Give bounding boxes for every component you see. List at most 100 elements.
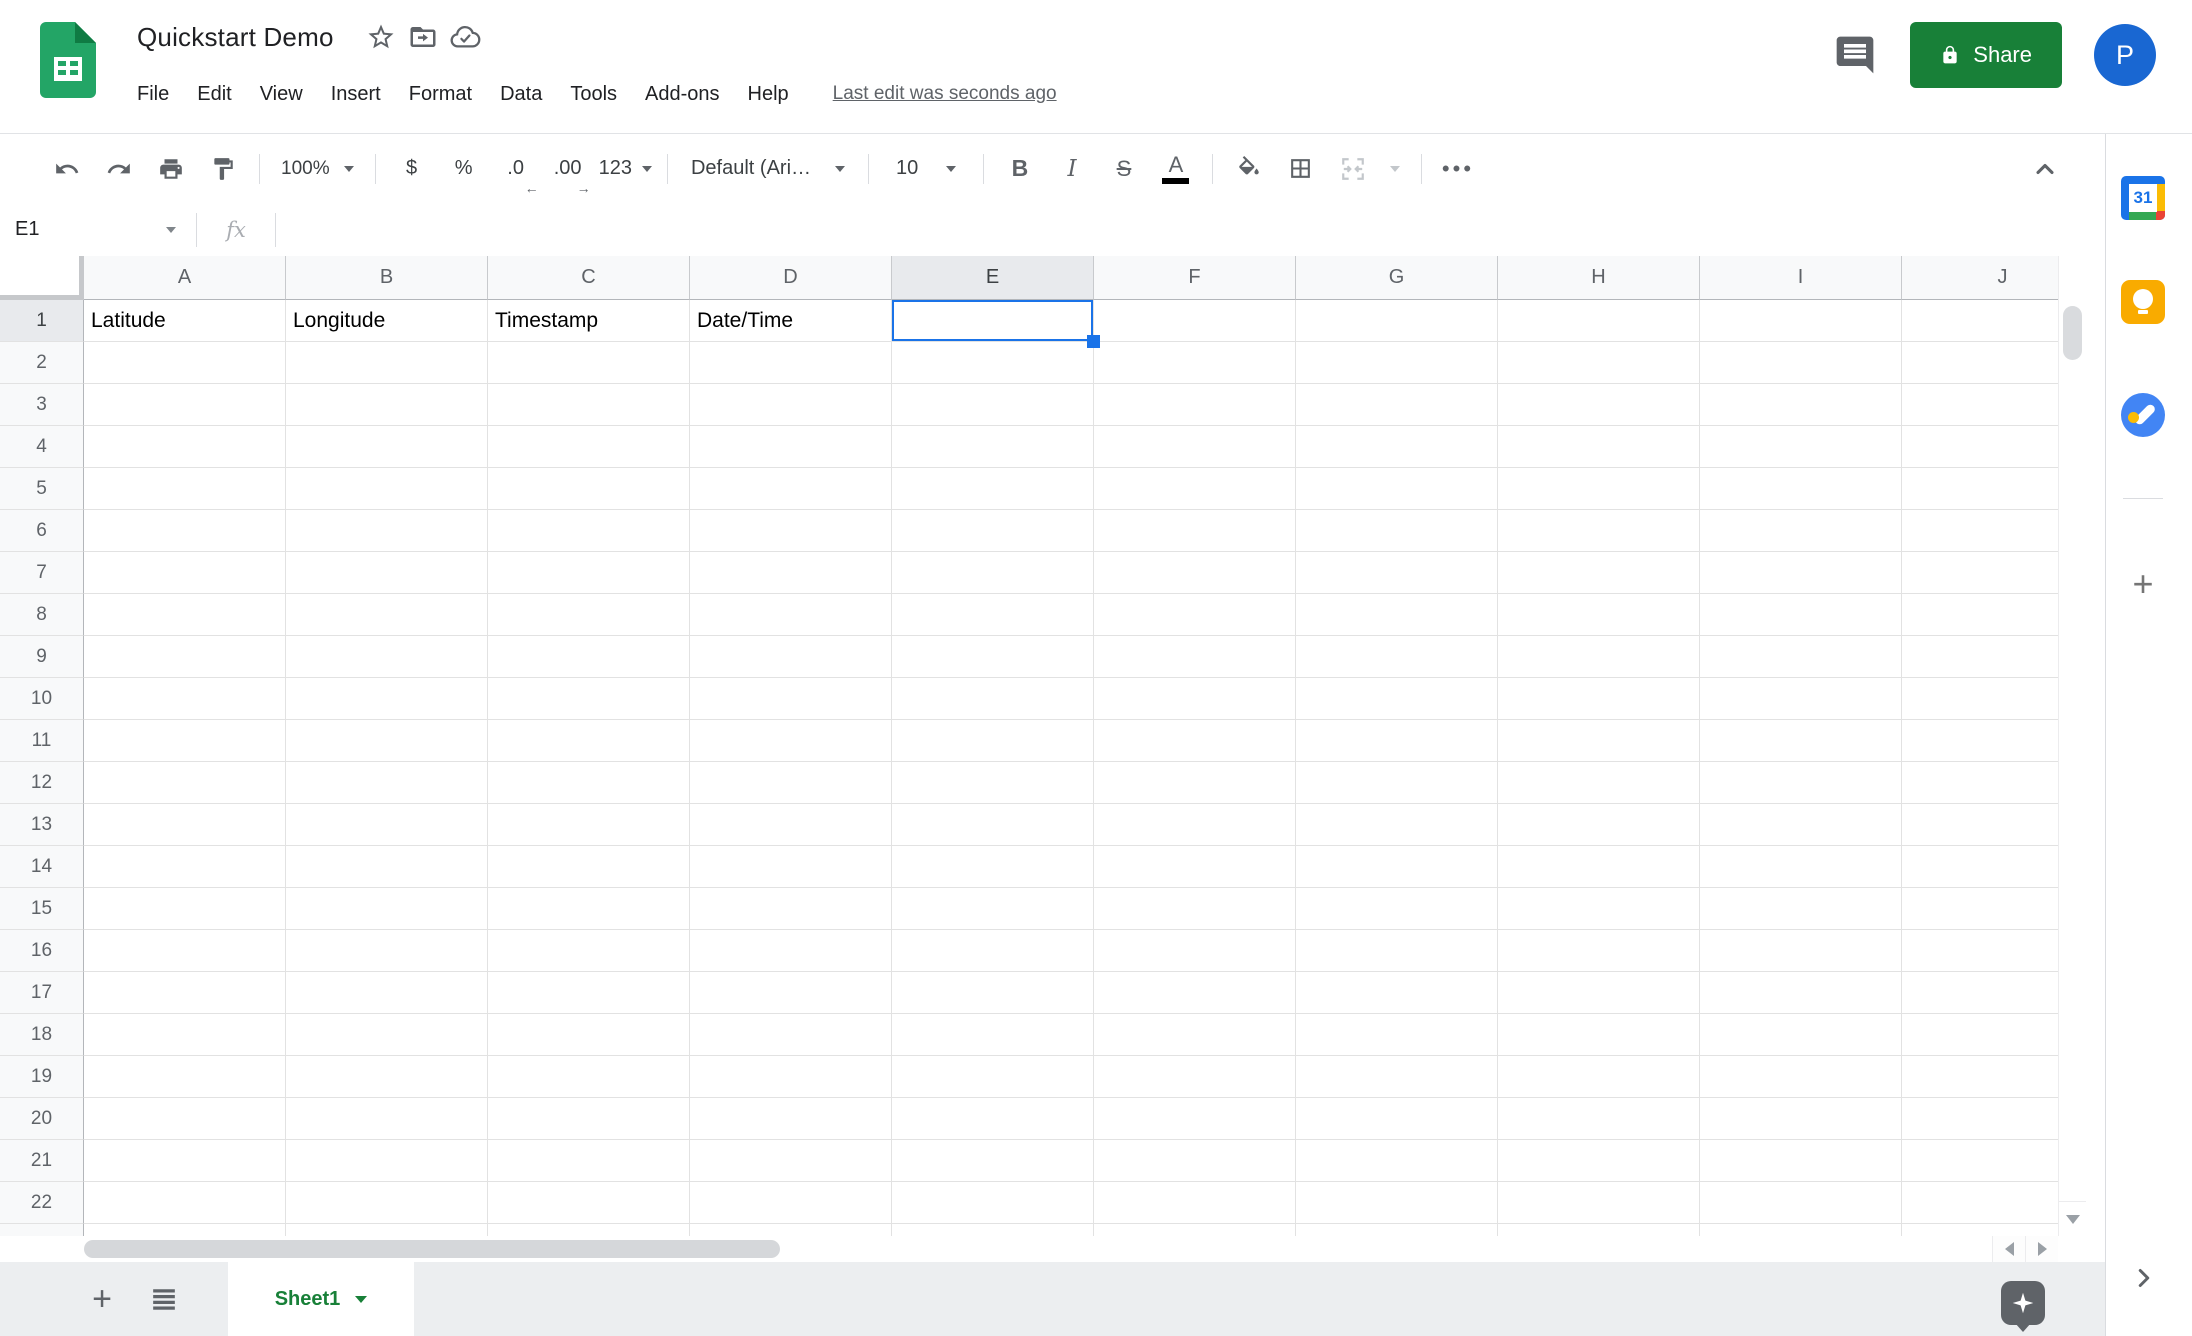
cell-C8[interactable] [488,594,690,636]
horizontal-scrollbar-thumb[interactable] [84,1240,780,1258]
cell-F12[interactable] [1094,762,1296,804]
menu-edit[interactable]: Edit [183,74,245,114]
cell-E8[interactable] [892,594,1094,636]
cell-G2[interactable] [1296,342,1498,384]
column-header-I[interactable]: I [1700,256,1902,300]
cell-I14[interactable] [1700,846,1902,888]
cell-B3[interactable] [286,384,488,426]
cell-D19[interactable] [690,1056,892,1098]
cell-J20[interactable] [1902,1098,2058,1140]
cell-B16[interactable] [286,930,488,972]
cell-J19[interactable] [1902,1056,2058,1098]
cell-J18[interactable] [1902,1014,2058,1056]
decrease-decimal-button[interactable]: .0 ← [491,142,541,196]
cell-I17[interactable] [1700,972,1902,1014]
cell-J2[interactable] [1902,342,2058,384]
cell-F22[interactable] [1094,1182,1296,1224]
cell-A6[interactable] [84,510,286,552]
cell-I12[interactable] [1700,762,1902,804]
last-edit-link[interactable]: Last edit was seconds ago [833,83,1057,105]
cell-E11[interactable] [892,720,1094,762]
cell-J10[interactable] [1902,678,2058,720]
cell-I5[interactable] [1700,468,1902,510]
cell-G9[interactable] [1296,636,1498,678]
cell-I6[interactable] [1700,510,1902,552]
cell-F16[interactable] [1094,930,1296,972]
paint-format-button[interactable] [198,142,248,196]
cell-J17[interactable] [1902,972,2058,1014]
comments-icon[interactable] [1832,32,1878,78]
column-header-G[interactable]: G [1296,256,1498,300]
cell-G17[interactable] [1296,972,1498,1014]
menu-data[interactable]: Data [486,74,556,114]
cell-E17[interactable] [892,972,1094,1014]
cell-D3[interactable] [690,384,892,426]
cell-F21[interactable] [1094,1140,1296,1182]
cell-B4[interactable] [286,426,488,468]
cell-G22[interactable] [1296,1182,1498,1224]
cell-G11[interactable] [1296,720,1498,762]
cell-B10[interactable] [286,678,488,720]
share-button[interactable]: Share [1910,22,2062,88]
redo-button[interactable] [94,142,144,196]
cell-B14[interactable] [286,846,488,888]
cell-C10[interactable] [488,678,690,720]
font-family-select[interactable]: Default (Ari… [679,142,857,196]
cell-G14[interactable] [1296,846,1498,888]
cell-H7[interactable] [1498,552,1700,594]
cell-B9[interactable] [286,636,488,678]
number-format-select[interactable]: 123 [595,142,656,196]
zoom-select[interactable]: 100% [271,142,364,196]
hide-menus-button[interactable] [2022,146,2068,192]
cell-I22[interactable] [1700,1182,1902,1224]
cell-J14[interactable] [1902,846,2058,888]
cell-C9[interactable] [488,636,690,678]
text-color-button[interactable]: A [1151,142,1201,196]
cell-B8[interactable] [286,594,488,636]
scroll-right-button[interactable] [2025,1236,2058,1262]
row-header-3[interactable]: 3 [0,384,84,426]
format-currency-button[interactable]: $ [387,142,437,196]
row-header-6[interactable]: 6 [0,510,84,552]
avatar[interactable]: P [2094,24,2156,86]
cell-C13[interactable] [488,804,690,846]
cell-G3[interactable] [1296,384,1498,426]
cell-J4[interactable] [1902,426,2058,468]
cell-J9[interactable] [1902,636,2058,678]
row-header-2[interactable]: 2 [0,342,84,384]
more-toolbar-button[interactable]: ••• [1433,142,1483,196]
row-header-7[interactable]: 7 [0,552,84,594]
cloud-saved-icon[interactable] [444,16,486,58]
cell-G23[interactable] [1296,1224,1498,1236]
horizontal-scrollbar[interactable] [84,1236,1992,1262]
cell-F6[interactable] [1094,510,1296,552]
cell-F17[interactable] [1094,972,1296,1014]
row-header-4[interactable]: 4 [0,426,84,468]
cell-F13[interactable] [1094,804,1296,846]
cell-J13[interactable] [1902,804,2058,846]
increase-decimal-button[interactable]: .00 → [543,142,593,196]
cell-A2[interactable] [84,342,286,384]
cell-H5[interactable] [1498,468,1700,510]
cell-J5[interactable] [1902,468,2058,510]
cell-B11[interactable] [286,720,488,762]
fill-handle[interactable] [1087,335,1100,348]
cell-D16[interactable] [690,930,892,972]
cell-C2[interactable] [488,342,690,384]
cell-E7[interactable] [892,552,1094,594]
row-header-14[interactable]: 14 [0,846,84,888]
cell-A11[interactable] [84,720,286,762]
cell-H13[interactable] [1498,804,1700,846]
column-header-H[interactable]: H [1498,256,1700,300]
print-button[interactable] [146,142,196,196]
cell-H23[interactable] [1498,1224,1700,1236]
cell-F23[interactable] [1094,1224,1296,1236]
cell-I19[interactable] [1700,1056,1902,1098]
cell-G15[interactable] [1296,888,1498,930]
row-header-20[interactable]: 20 [0,1098,84,1140]
cell-F4[interactable] [1094,426,1296,468]
cell-E14[interactable] [892,846,1094,888]
cell-E6[interactable] [892,510,1094,552]
cell-I8[interactable] [1700,594,1902,636]
menu-help[interactable]: Help [734,74,803,114]
